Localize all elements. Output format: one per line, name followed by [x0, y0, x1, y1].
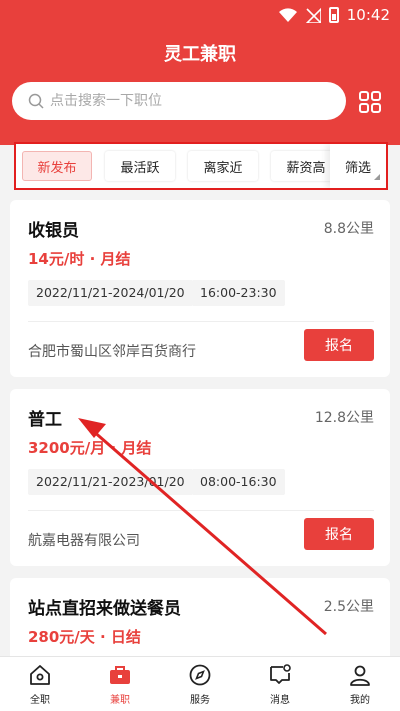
tab-label: 我的 [350, 694, 370, 706]
filter-bar: 新发布 最活跃 离家近 薪资高 筛选 [14, 142, 388, 190]
wifi-icon [278, 8, 297, 22]
job-date-tag: 2022/11/21-2024/01/20 [28, 280, 193, 306]
filter-chip-active[interactable]: 最活跃 [105, 151, 175, 181]
job-title: 收银员 [28, 221, 79, 241]
job-time-tag: 08:00-16:30 [192, 469, 285, 495]
job-salary: 14元/时 · 月结 [28, 250, 131, 268]
status-time: 10:42 [346, 6, 390, 24]
user-icon [350, 665, 370, 686]
bottom-tab-bar: 全职 兼职 服务 消息 我的 [0, 656, 400, 711]
job-card[interactable]: 站点直招来做送餐员 2.5公里 280元/天 · 日结 [10, 578, 390, 668]
search-input[interactable] [50, 93, 320, 109]
filter-button-label: 筛选 [344, 160, 371, 176]
app-header: 10:42 灵工兼职 [0, 0, 400, 145]
corner-triangle-icon [374, 174, 380, 180]
job-card[interactable]: 收银员 8.8公里 14元/时 · 月结 2022/11/21-2024/01/… [10, 200, 390, 377]
message-icon [270, 663, 291, 684]
no-signal-icon [305, 7, 321, 23]
tab-parttime[interactable]: 兼职 [80, 657, 160, 711]
job-distance: 8.8公里 [323, 221, 374, 237]
apply-button[interactable]: 报名 [304, 518, 374, 550]
filter-chip-newest[interactable]: 新发布 [22, 151, 92, 181]
apply-button[interactable]: 报名 [304, 329, 374, 361]
home-icon [30, 664, 50, 685]
tab-label: 全职 [30, 694, 50, 706]
job-time-tag: 16:00-23:30 [192, 280, 285, 306]
tab-profile[interactable]: 我的 [320, 657, 400, 711]
card-divider [28, 510, 374, 511]
job-title: 普工 [28, 410, 62, 430]
job-company: 合肥市蜀山区邻岸百货商行 [28, 344, 196, 360]
tab-label: 兼职 [110, 694, 130, 706]
filter-chip-nearby[interactable]: 离家近 [188, 151, 258, 181]
grid-menu-icon[interactable] [358, 90, 382, 114]
tab-messages[interactable]: 消息 [240, 657, 320, 711]
card-divider [28, 321, 374, 322]
job-date-tag: 2022/11/21-2023/01/20 [28, 469, 193, 495]
job-title: 站点直招来做送餐员 [28, 599, 181, 619]
status-icons: 10:42 [278, 6, 390, 24]
tab-fulltime[interactable]: 全职 [0, 657, 80, 711]
job-company: 航嘉电器有限公司 [28, 533, 140, 549]
search-icon [28, 93, 44, 109]
tab-label: 消息 [270, 694, 290, 706]
job-distance: 2.5公里 [323, 599, 374, 615]
briefcase-icon [110, 665, 130, 684]
page-title: 灵工兼职 [164, 44, 236, 65]
status-bar: 10:42 [0, 0, 400, 28]
battery-icon [328, 7, 339, 23]
job-card[interactable]: 普工 12.8公里 3200元/月 · 月结 2022/11/21-2023/0… [10, 389, 390, 566]
filter-button[interactable]: 筛选 [330, 144, 386, 188]
job-salary: 3200元/月 · 月结 [28, 439, 152, 457]
job-salary: 280元/天 · 日结 [28, 628, 141, 646]
job-distance: 12.8公里 [314, 410, 374, 426]
compass-icon [189, 664, 211, 685]
search-bar[interactable] [12, 82, 346, 120]
tab-services[interactable]: 服务 [160, 657, 240, 711]
tab-label: 服务 [190, 694, 210, 706]
